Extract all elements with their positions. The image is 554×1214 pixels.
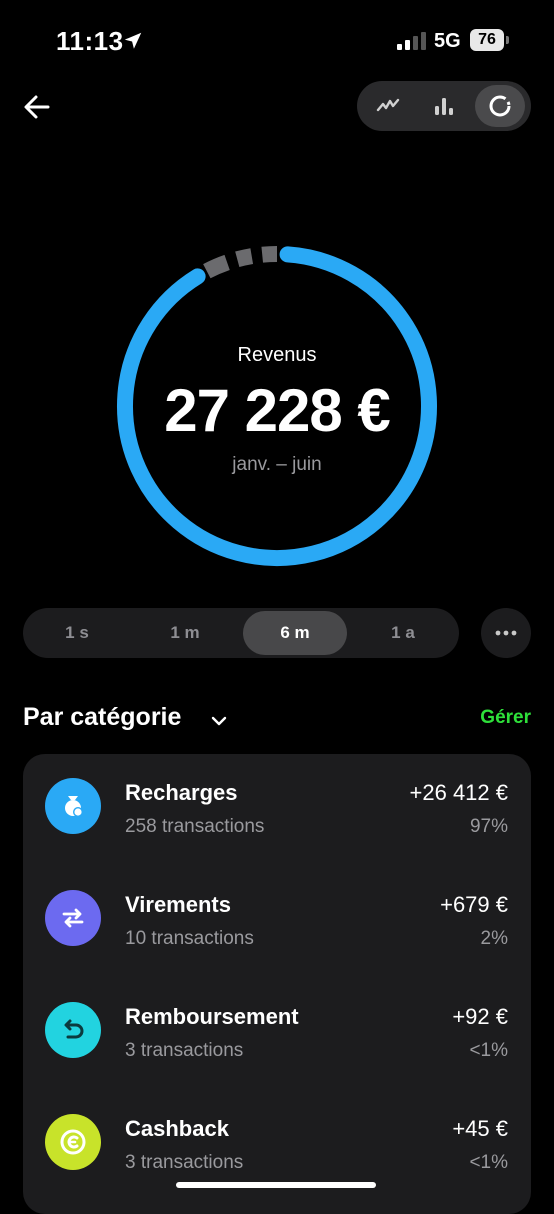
category-list: Recharges 258 transactions +26 412 € 97%…: [23, 754, 531, 1214]
location-arrow-icon: [124, 32, 142, 49]
period-1s[interactable]: 1 s: [25, 611, 129, 655]
category-count: 258 transactions: [125, 816, 265, 837]
category-name: Recharges: [125, 780, 238, 805]
category-count: 3 transactions: [125, 1040, 244, 1061]
signal-icon: [397, 32, 426, 50]
back-arrow-icon[interactable]: [20, 90, 54, 124]
category-percent: <1%: [469, 1152, 508, 1173]
period-1m[interactable]: 1 m: [133, 611, 237, 655]
period-selector: 1 s 1 m 6 m 1 a: [23, 608, 459, 658]
bar-chart-icon: [435, 98, 453, 115]
category-count: 3 transactions: [125, 1152, 244, 1173]
transfer-arrows-icon: [45, 890, 101, 946]
category-amount: +26 412 €: [409, 780, 508, 805]
category-row-remboursement[interactable]: Remboursement 3 transactions +92 € <1%: [23, 978, 531, 1090]
network-label: 5G: [434, 30, 461, 52]
status-bar: 11:13 5G 76: [0, 0, 554, 80]
status-time: 11:13: [56, 26, 124, 56]
category-amount: +679 €: [440, 892, 508, 917]
category-amount: +45 €: [452, 1116, 508, 1141]
category-count: 10 transactions: [125, 928, 254, 949]
more-dots-icon: [495, 630, 517, 636]
refund-icon: [45, 1002, 101, 1058]
category-amount: +92 €: [452, 1004, 508, 1029]
category-percent: 2%: [480, 928, 508, 949]
summary-label: Revenus: [237, 344, 317, 366]
cashback-icon: [45, 1114, 101, 1170]
category-row-virements[interactable]: Virements 10 transactions +679 € 2%: [23, 866, 531, 978]
category-name: Remboursement: [125, 1004, 299, 1029]
category-percent: <1%: [469, 1040, 508, 1061]
category-percent: 97%: [469, 816, 508, 837]
category-row-recharges[interactable]: Recharges 258 transactions +26 412 € 97%: [23, 754, 531, 866]
line-chart-icon: [376, 98, 400, 112]
battery-icon: 76: [470, 29, 504, 51]
chart-view-switch: [357, 81, 531, 131]
summary-amount: 27 228 €: [164, 377, 391, 444]
period-6m[interactable]: 6 m: [243, 611, 347, 655]
manage-button[interactable]: Gérer: [480, 707, 531, 729]
bar-chart-button[interactable]: [419, 85, 469, 127]
period-1a[interactable]: 1 a: [351, 611, 455, 655]
category-name: Cashback: [125, 1116, 229, 1141]
coins-icon: [45, 778, 101, 834]
summary-period: janv. – juin: [232, 454, 322, 475]
chevron-down-icon[interactable]: [208, 710, 230, 732]
battery-tip: [506, 36, 509, 44]
donut-chart-button[interactable]: [475, 85, 525, 127]
donut-chart-icon: [489, 95, 511, 117]
section-title[interactable]: Par catégorie: [23, 703, 181, 732]
home-indicator: [176, 1182, 376, 1188]
line-chart-button[interactable]: [363, 85, 413, 127]
category-name: Virements: [125, 892, 231, 917]
ring-center: Revenus 27 228 € janv. – juin: [115, 244, 439, 568]
more-options-button[interactable]: [481, 608, 531, 658]
